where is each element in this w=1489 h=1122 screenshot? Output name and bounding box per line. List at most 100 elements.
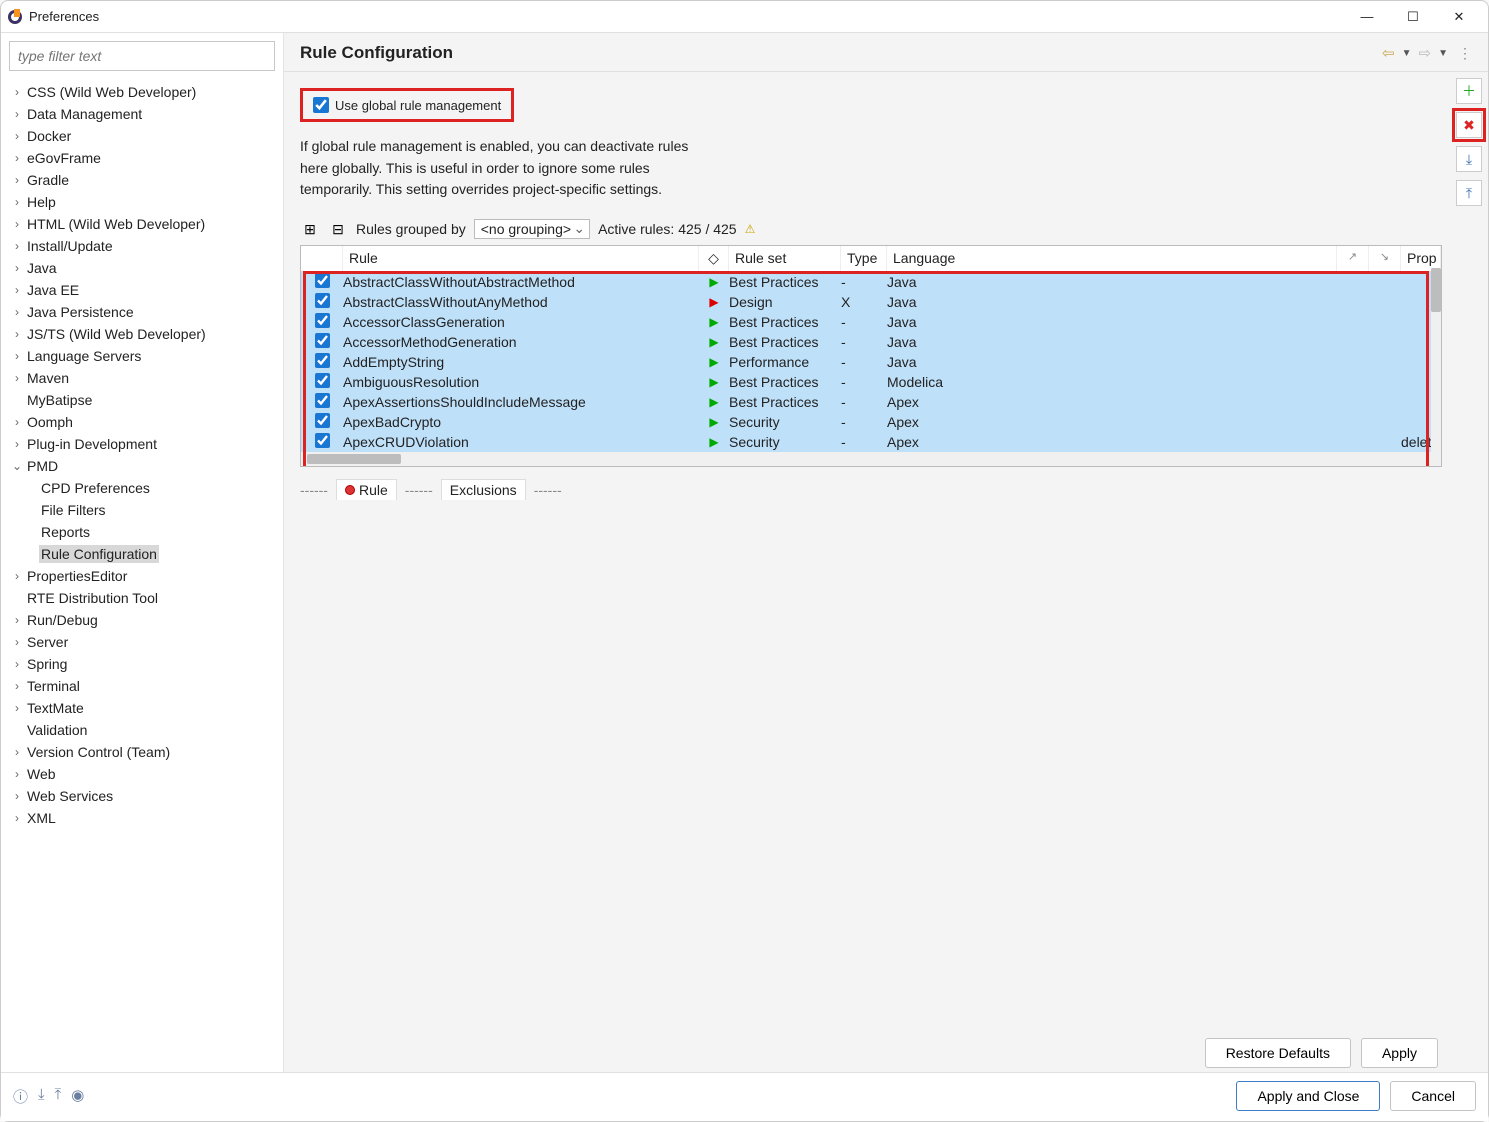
tree-item[interactable]: ›HTML (Wild Web Developer) xyxy=(5,213,283,235)
export-prefs-icon[interactable]: ⤒ xyxy=(55,1086,62,1107)
import-prefs-icon[interactable]: ⤓ xyxy=(38,1086,45,1107)
table-row[interactable]: ApexBadCrypto▶Security-Apex xyxy=(301,412,1441,432)
table-row[interactable]: ApexCRUDViolation▶Security-Apexdelet xyxy=(301,432,1441,452)
rule-checkbox[interactable] xyxy=(315,433,330,448)
chevron-right-icon[interactable]: › xyxy=(9,789,25,803)
maximize-button[interactable]: ☐ xyxy=(1390,3,1436,31)
table-row[interactable]: AccessorMethodGeneration▶Best Practices-… xyxy=(301,332,1441,352)
table-row[interactable]: AmbiguousResolution▶Best Practices-Model… xyxy=(301,372,1441,392)
restore-defaults-button[interactable]: Restore Defaults xyxy=(1205,1038,1351,1068)
rule-checkbox[interactable] xyxy=(315,273,330,288)
tree-item[interactable]: ›Version Control (Team) xyxy=(5,741,283,763)
tree-item[interactable]: ›Oomph xyxy=(5,411,283,433)
chevron-right-icon[interactable]: › xyxy=(9,173,25,187)
rule-checkbox[interactable] xyxy=(315,333,330,348)
tree-item[interactable]: ›Help xyxy=(5,191,283,213)
vertical-scrollbar[interactable] xyxy=(1431,268,1441,452)
use-global-checkbox[interactable] xyxy=(313,97,329,113)
tree-item[interactable]: File Filters xyxy=(5,499,283,521)
chevron-right-icon[interactable]: › xyxy=(9,569,25,583)
tree-item[interactable]: ›Java Persistence xyxy=(5,301,283,323)
chevron-right-icon[interactable]: › xyxy=(9,195,25,209)
tree-item[interactable]: Reports xyxy=(5,521,283,543)
chevron-right-icon[interactable]: › xyxy=(9,701,25,715)
tree-item[interactable]: ›Maven xyxy=(5,367,283,389)
nav-forward-drop-icon[interactable]: ▼ xyxy=(1434,48,1452,59)
nav-menu-icon[interactable]: ⋮ xyxy=(1452,45,1472,62)
tree-item[interactable]: ›Spring xyxy=(5,653,283,675)
chevron-right-icon[interactable]: › xyxy=(9,239,25,253)
chevron-right-icon[interactable]: › xyxy=(9,305,25,319)
tree-item[interactable]: ›XML xyxy=(5,807,283,829)
chevron-right-icon[interactable]: › xyxy=(9,657,25,671)
export-rules-button[interactable]: ⤒ xyxy=(1456,180,1482,206)
rule-checkbox[interactable] xyxy=(315,393,330,408)
tree-item[interactable]: ⌄PMD xyxy=(5,455,283,477)
tree-item[interactable]: CPD Preferences xyxy=(5,477,283,499)
close-button[interactable]: ✕ xyxy=(1436,3,1482,31)
record-icon[interactable]: ◉ xyxy=(71,1086,84,1107)
tree-item[interactable]: MyBatipse xyxy=(5,389,283,411)
tree-item[interactable]: Rule Configuration xyxy=(5,543,283,565)
tree-item[interactable]: ›Data Management xyxy=(5,103,283,125)
tree-item[interactable]: ›Install/Update xyxy=(5,235,283,257)
chevron-right-icon[interactable]: › xyxy=(9,85,25,99)
tree-item[interactable]: ›JS/TS (Wild Web Developer) xyxy=(5,323,283,345)
tree-item[interactable]: ›TextMate xyxy=(5,697,283,719)
help-icon[interactable]: ⓘ xyxy=(13,1086,28,1107)
delete-rule-button[interactable]: ✖ xyxy=(1456,112,1482,138)
tree-item[interactable]: ›CSS (Wild Web Developer) xyxy=(5,81,283,103)
table-row[interactable]: ApexAssertionsShouldIncludeMessage▶Best … xyxy=(301,392,1441,412)
grouping-select[interactable]: <no grouping> xyxy=(474,219,590,239)
chevron-right-icon[interactable]: › xyxy=(9,635,25,649)
tree-item[interactable]: ›Server xyxy=(5,631,283,653)
table-row[interactable]: AccessorClassGeneration▶Best Practices-J… xyxy=(301,312,1441,332)
rule-checkbox[interactable] xyxy=(315,293,330,308)
chevron-right-icon[interactable]: › xyxy=(9,745,25,759)
tree-item[interactable]: ›Web xyxy=(5,763,283,785)
horizontal-scrollbar[interactable] xyxy=(301,452,1441,466)
tree-item[interactable]: ›Java EE xyxy=(5,279,283,301)
col-type[interactable]: Type xyxy=(841,246,887,271)
preferences-tree[interactable]: ›CSS (Wild Web Developer)›Data Managemen… xyxy=(1,79,283,1072)
tree-item[interactable]: ›Java xyxy=(5,257,283,279)
tree-item[interactable]: ›Run/Debug xyxy=(5,609,283,631)
rule-checkbox[interactable] xyxy=(315,413,330,428)
col-priority[interactable]: ◇ xyxy=(699,246,729,271)
chevron-right-icon[interactable]: › xyxy=(9,151,25,165)
tree-item[interactable]: ›Docker xyxy=(5,125,283,147)
tree-item[interactable]: ›eGovFrame xyxy=(5,147,283,169)
import-rules-button[interactable]: ⤓ xyxy=(1456,146,1482,172)
rule-checkbox[interactable] xyxy=(315,373,330,388)
expand-all-icon[interactable]: ⊞ xyxy=(300,219,320,239)
apply-button[interactable]: Apply xyxy=(1361,1038,1438,1068)
chevron-right-icon[interactable]: › xyxy=(9,437,25,451)
chevron-right-icon[interactable]: › xyxy=(9,679,25,693)
tree-item[interactable]: Validation xyxy=(5,719,283,741)
apply-close-button[interactable]: Apply and Close xyxy=(1236,1081,1380,1111)
chevron-right-icon[interactable]: › xyxy=(9,283,25,297)
chevron-down-icon[interactable]: ⌄ xyxy=(9,459,25,473)
col-sort-asc-icon[interactable]: ↗ xyxy=(1337,246,1369,271)
table-row[interactable]: AddEmptyString▶Performance-Java xyxy=(301,352,1441,372)
collapse-all-icon[interactable]: ⊟ xyxy=(328,219,348,239)
col-sort-desc-icon[interactable]: ↘ xyxy=(1369,246,1401,271)
col-ruleset[interactable]: Rule set xyxy=(729,246,841,271)
chevron-right-icon[interactable]: › xyxy=(9,613,25,627)
col-language[interactable]: Language xyxy=(887,246,1337,271)
col-rule[interactable]: Rule xyxy=(343,246,699,271)
minimize-button[interactable]: — xyxy=(1344,3,1390,31)
tree-item[interactable]: ›Terminal xyxy=(5,675,283,697)
tree-item[interactable]: RTE Distribution Tool xyxy=(5,587,283,609)
tree-item[interactable]: ›Web Services xyxy=(5,785,283,807)
table-row[interactable]: AbstractClassWithoutAnyMethod▶DesignXJav… xyxy=(301,292,1441,312)
chevron-right-icon[interactable]: › xyxy=(9,261,25,275)
tab-exclusions[interactable]: Exclusions xyxy=(441,479,526,500)
nav-back-icon[interactable]: ⇦ xyxy=(1379,44,1398,62)
use-global-checkbox-row[interactable]: Use global rule management xyxy=(300,88,514,122)
rule-checkbox[interactable] xyxy=(315,353,330,368)
tree-item[interactable]: ›PropertiesEditor xyxy=(5,565,283,587)
nav-back-drop-icon[interactable]: ▼ xyxy=(1398,48,1416,59)
chevron-right-icon[interactable]: › xyxy=(9,107,25,121)
filter-input[interactable] xyxy=(9,41,275,71)
